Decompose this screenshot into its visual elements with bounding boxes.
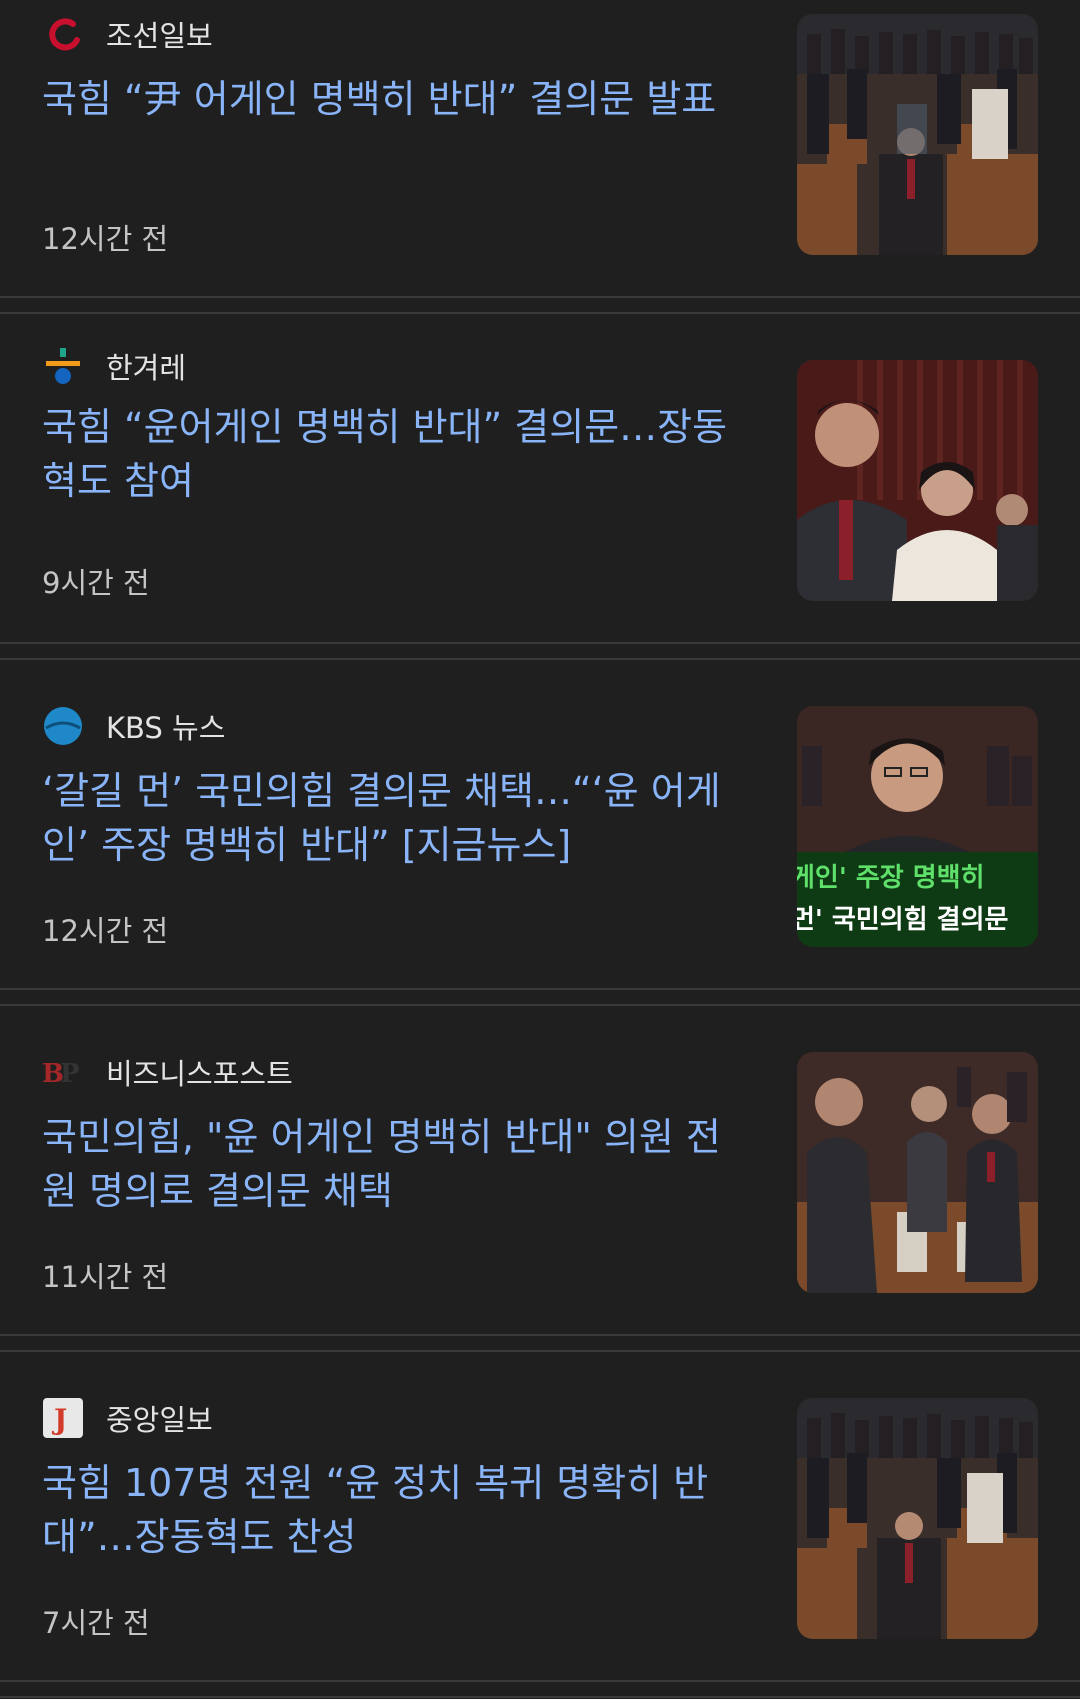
source-name: KBS 뉴스 — [106, 711, 226, 745]
source-row: KBS 뉴스 — [42, 706, 225, 746]
timestamp: 7시간 전 — [42, 1606, 150, 1640]
thumbnail-caption: 게인' 주장 명백히 — [797, 863, 985, 893]
article-thumbnail[interactable] — [797, 14, 1038, 255]
businesspost-logo-icon: B P — [42, 1051, 84, 1093]
thumbnail-caption: 먼' 국민의힘 결의문 — [797, 905, 1009, 935]
news-card-joongang[interactable]: J 중앙일보 국힘 107명 전원 “윤 정치 복귀 명확히 반대”…장동혁도 … — [0, 1384, 1080, 1680]
svg-text:P: P — [60, 1059, 80, 1089]
source-name: 한겨레 — [106, 351, 187, 385]
headline-link[interactable]: 국힘 “尹 어게인 명백히 반대” 결의문 발표 — [42, 72, 752, 126]
card-divider — [0, 1680, 1080, 1698]
news-card-chosun[interactable]: 조선일보 국힘 “尹 어게인 명백히 반대” 결의문 발표 12시간 전 — [0, 0, 1080, 296]
card-divider — [0, 1334, 1080, 1352]
source-row: J 중앙일보 — [42, 1398, 213, 1438]
article-thumbnail[interactable] — [797, 360, 1038, 601]
news-card-businesspost[interactable]: B P 비즈니스포스트 국민의힘, "윤 어게인 명백히 반대" 의원 전원 명… — [0, 1038, 1080, 1334]
source-name: 비즈니스포스트 — [106, 1057, 293, 1091]
headline-link[interactable]: 국힘 107명 전원 “윤 정치 복귀 명확히 반대”…장동혁도 찬성 — [42, 1456, 752, 1564]
card-divider — [0, 296, 1080, 314]
timestamp: 11시간 전 — [42, 1260, 169, 1294]
source-name: 조선일보 — [106, 19, 213, 53]
news-card-hankyoreh[interactable]: 한겨레 국힘 “윤어게인 명백히 반대” 결의문…장동혁도 참여 9시간 전 — [0, 346, 1080, 642]
timestamp: 12시간 전 — [42, 914, 169, 948]
article-thumbnail[interactable] — [797, 1052, 1038, 1293]
source-name: 중앙일보 — [106, 1403, 213, 1437]
chosun-logo-icon — [42, 13, 84, 55]
timestamp: 12시간 전 — [42, 222, 169, 256]
card-divider — [0, 988, 1080, 1006]
card-divider — [0, 642, 1080, 660]
hankyoreh-logo-icon — [42, 345, 84, 387]
headline-link[interactable]: 국힘 “윤어게인 명백히 반대” 결의문…장동혁도 참여 — [42, 400, 752, 508]
timestamp: 9시간 전 — [42, 566, 150, 600]
source-row: 한겨레 — [42, 346, 186, 386]
kbs-logo-icon — [42, 705, 84, 747]
headline-link[interactable]: ‘갈길 먼’ 국민의힘 결의문 채택…“‘윤 어게인’ 주장 명백히 반대” [… — [42, 764, 752, 872]
news-card-kbs[interactable]: KBS 뉴스 ‘갈길 먼’ 국민의힘 결의문 채택…“‘윤 어게인’ 주장 명백… — [0, 692, 1080, 988]
svg-text:J: J — [51, 1403, 67, 1436]
source-row: B P 비즈니스포스트 — [42, 1052, 293, 1092]
joongang-logo-icon: J — [42, 1397, 84, 1439]
article-thumbnail[interactable] — [797, 1398, 1038, 1639]
source-row: 조선일보 — [42, 14, 213, 54]
article-thumbnail[interactable]: 게인' 주장 명백히 먼' 국민의힘 결의문 — [797, 706, 1038, 947]
headline-link[interactable]: 국민의힘, "윤 어게인 명백히 반대" 의원 전원 명의로 결의문 채택 — [42, 1110, 752, 1218]
